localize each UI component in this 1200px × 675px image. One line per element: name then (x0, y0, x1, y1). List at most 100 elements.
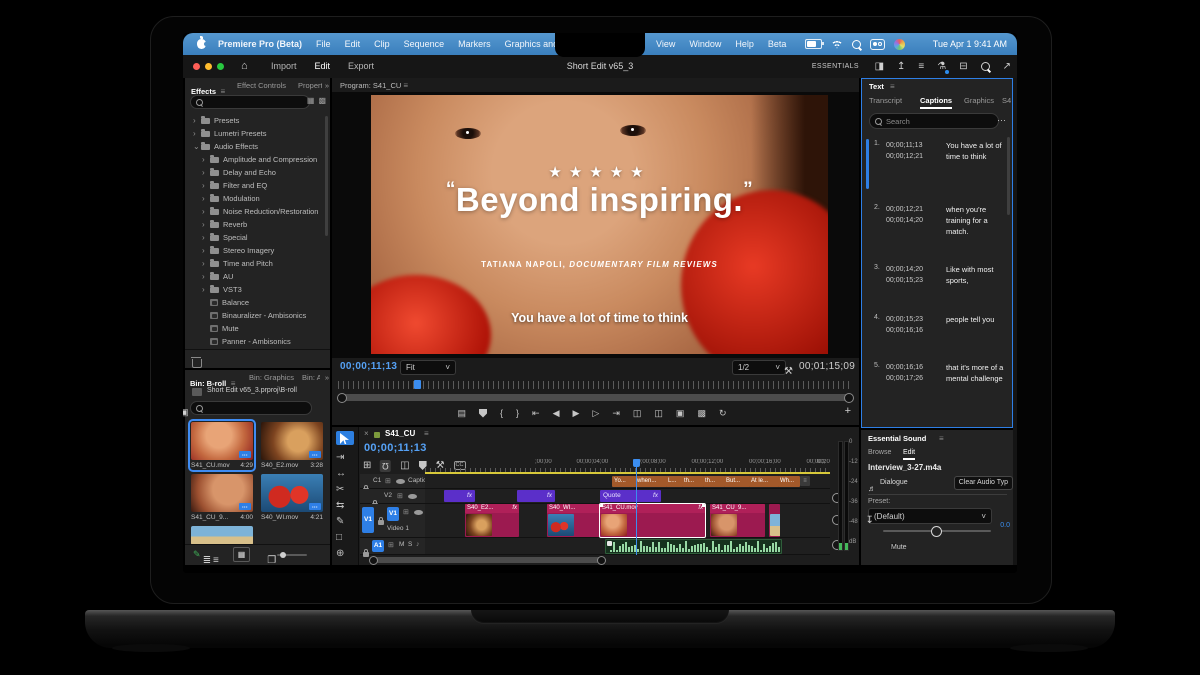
more-options-icon[interactable]: ⋯ (997, 115, 1006, 126)
tab-effect-controls[interactable]: Effect Controls (237, 81, 286, 90)
track-visibility-eye-icon[interactable] (408, 494, 417, 499)
monitor-settings-wrench-icon[interactable]: ⚒ (784, 366, 793, 377)
effects-tree-item[interactable]: ›Special (185, 231, 323, 244)
v2-track-header[interactable]: V2 ⊞ (360, 489, 425, 504)
tab-bin-audio[interactable]: Bin: Au (302, 373, 320, 382)
program-timecode[interactable]: 00;00;11;13 (340, 361, 397, 372)
v1-track-target[interactable]: V1 (387, 507, 399, 521)
add-marker-icon[interactable] (479, 409, 487, 418)
effects-tree-item[interactable]: ›Modulation (185, 192, 323, 205)
effects-tree-item[interactable]: ›Stereo Imagery (185, 244, 323, 257)
essential-sound-title[interactable]: Essential Sound (868, 434, 926, 443)
menu-item-file[interactable]: File (316, 33, 331, 55)
effects-tree-item[interactable]: ›Delay and Echo (185, 166, 323, 179)
tab-bin-graphics[interactable]: Bin: Graphics (249, 373, 294, 382)
comparison-view-icon[interactable]: ▩ (697, 409, 706, 418)
go-to-out-icon[interactable]: ⇥ (612, 409, 620, 418)
scrollbar-knob-left[interactable] (369, 556, 378, 565)
effects-tree-item[interactable]: ›Lumetri Presets (185, 127, 323, 140)
program-panel-title[interactable]: Program: S41_CU ≡ (340, 81, 408, 90)
captions-search-input[interactable]: Search (869, 113, 999, 129)
program-video-frame[interactable]: ★★★★★ “Beyond inspiring.” TATIANA NAPOLI… (371, 95, 828, 354)
text-panel-title[interactable]: Text (869, 82, 884, 91)
menu-item-edit[interactable]: Edit (345, 33, 361, 55)
bin-search-input[interactable] (190, 401, 312, 415)
export-frame-icon[interactable]: ▣ (676, 409, 685, 418)
captions-lane[interactable]: Yo...when...L...th...th...But...At le...… (425, 474, 830, 489)
slip-tool[interactable]: ⇆ (336, 495, 354, 509)
clear-audio-type-button[interactable]: Clear Audio Typ (954, 476, 1013, 490)
effects-tree-item[interactable]: ⌄Audio Effects (185, 140, 323, 153)
tab-transcript[interactable]: Transcript (869, 96, 902, 105)
solo-track-button[interactable]: S (408, 541, 412, 548)
caption-clip[interactable]: Wh... (778, 476, 800, 487)
a1-lane[interactable] (425, 538, 830, 555)
menu-item-sequence[interactable]: Sequence (404, 33, 445, 55)
new-bin-icon[interactable]: ▣ (183, 407, 189, 417)
add-button[interactable]: + (845, 405, 851, 417)
preset-dropdown[interactable]: (Default)˅ (868, 508, 992, 524)
bin-clip-partial[interactable] (191, 526, 253, 545)
extract-icon[interactable]: ◫ (654, 409, 663, 418)
timeline-timecode[interactable]: 00;00;11;13 (364, 442, 427, 454)
menu-bar-clock[interactable]: Tue Apr 1 9:41 AM (933, 33, 1007, 55)
effects-tree-item[interactable]: Mute (185, 322, 323, 335)
v2-lane[interactable]: fxfxQuotefx (425, 489, 830, 504)
razor-tool[interactable]: ✂ (336, 479, 354, 493)
quick-export-settings-icon[interactable]: ≡ (918, 62, 924, 72)
graphic-clip[interactable]: fx (444, 490, 475, 502)
captions-speech-icon[interactable]: ⊟ (959, 62, 967, 72)
scrollbar-knob-right[interactable] (844, 393, 854, 403)
panel-menu-icon[interactable]: ≡ (890, 82, 895, 91)
mark-in-icon[interactable]: { (500, 409, 503, 418)
color-wheel-icon[interactable] (894, 39, 905, 50)
accelerated-effects-badge-icon[interactable]: ▦ (307, 96, 315, 105)
tab-captions[interactable]: Captions (920, 96, 952, 109)
mark-out-icon[interactable]: } (516, 409, 519, 418)
caption-text[interactable]: that it's more of a mental challenge (946, 362, 1004, 384)
sequence-tab[interactable]: S41_CU (385, 429, 415, 438)
tab-edit[interactable]: Edit (903, 449, 915, 460)
save-preset-icon[interactable]: ↧ (865, 515, 873, 526)
graphic-clip[interactable]: Quotefx (600, 490, 661, 502)
menu-app-name[interactable]: Premiere Pro (Beta) (218, 33, 302, 55)
quick-help-icon[interactable] (981, 62, 990, 71)
effects-tree-item[interactable]: Binauralizer - Ambisonics (185, 309, 323, 322)
ripple-edit-tool[interactable]: ↔ (336, 463, 354, 477)
caption-clip[interactable]: th... (703, 476, 725, 487)
caption-clip[interactable]: Yo... (612, 476, 636, 487)
amount-slider[interactable] (883, 530, 991, 532)
workspace-label[interactable]: ESSENTIALS (812, 55, 859, 78)
program-ruler[interactable] (338, 381, 853, 389)
effects-tree-item[interactable]: Balance (185, 296, 323, 309)
caption-clip[interactable]: But... (724, 476, 750, 487)
effects-search-input[interactable] (190, 95, 310, 109)
audio-clip[interactable] (605, 539, 782, 554)
clip-handle[interactable] (600, 504, 603, 507)
program-scrollbar[interactable] (338, 394, 853, 401)
pen-tool[interactable]: ✎ (336, 511, 354, 525)
linked-selection-icon[interactable]: ◫ (400, 461, 409, 471)
lift-icon[interactable]: ◫ (633, 409, 642, 418)
panel-menu-icon[interactable]: ≡ (424, 429, 429, 438)
track-visibility-eye-icon[interactable] (414, 510, 423, 515)
video-clip[interactable]: S41_CU.movfx (600, 504, 705, 537)
mic-icon[interactable]: ♪ (416, 541, 420, 548)
effects-tree-item[interactable]: ›Noise Reduction/Restoration (185, 205, 323, 218)
video-clip[interactable] (769, 504, 780, 537)
lock-icon[interactable] (378, 520, 384, 525)
effects-tree-item[interactable]: ›Amplitude and Compression (185, 153, 323, 166)
effects-tree-item[interactable]: Panner - Ambisonics (185, 335, 323, 348)
program-playhead[interactable] (414, 380, 421, 389)
v1-track-header[interactable]: V1 V1 ⊞ Video 1 (360, 504, 425, 538)
bin-clip[interactable]: •••S40_WI.mov4:21 (261, 474, 323, 521)
playback-resolution-dropdown[interactable]: 1/2˅ (732, 360, 786, 375)
export-frame-settings-icon[interactable]: ▤ (457, 409, 466, 418)
beta-feedback-flask-icon[interactable]: ⚗ (937, 62, 946, 72)
bin-breadcrumb[interactable]: Short Edit v65_3.prproj\B-roll (207, 387, 297, 394)
bin-clip[interactable]: •••S41_CU.mov4:29 (191, 422, 253, 469)
caption-clip[interactable]: when... (635, 476, 667, 487)
battery-icon[interactable] (805, 39, 822, 49)
a1-track-target[interactable]: A1 (372, 540, 384, 552)
freeform-view-icon[interactable]: ❐ (267, 555, 276, 566)
